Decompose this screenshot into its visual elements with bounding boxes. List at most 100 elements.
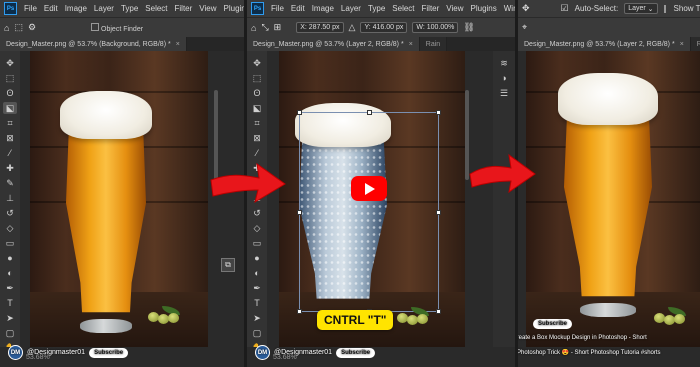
blur-tool-icon[interactable]: ●: [250, 252, 264, 264]
video-title-line[interactable]: Amazing Photoshop Trick 😍 - Short Photos…: [518, 348, 661, 358]
eyedropper-tool-icon[interactable]: ⁄: [3, 147, 17, 159]
width-field[interactable]: W: 100.00%: [412, 22, 459, 33]
channel-name[interactable]: @Designmaster01: [27, 349, 85, 356]
subscribe-button[interactable]: Subscribe: [336, 347, 376, 358]
free-transform-box[interactable]: [297, 110, 441, 314]
document-canvas[interactable]: [279, 51, 465, 347]
stamp-tool-icon[interactable]: ⊥: [3, 192, 17, 204]
menu-image[interactable]: Image: [312, 4, 334, 13]
screen-share-icon[interactable]: ⧉: [221, 258, 235, 272]
document-tab[interactable]: Design_Master.png @ 53.7% (Background, R…: [0, 37, 187, 51]
menu-select[interactable]: Select: [145, 4, 167, 13]
pen-tool-icon[interactable]: ✒: [3, 282, 17, 294]
document-tab[interactable]: Design_Master.png @ 53.7% (Layer 2, RGB/…: [518, 37, 691, 51]
eraser-tool-icon[interactable]: ◇: [3, 222, 17, 234]
menu-file[interactable]: File: [271, 4, 284, 13]
menu-edit[interactable]: Edit: [44, 4, 58, 13]
path-selection-icon[interactable]: ➤: [250, 312, 264, 324]
crop-tool-icon[interactable]: ⌗: [250, 117, 264, 129]
transform-handle[interactable]: [436, 210, 441, 215]
reference-point-icon[interactable]: ⊞: [274, 22, 282, 33]
menu-layer[interactable]: Layer: [94, 4, 114, 13]
close-tab-icon[interactable]: ×: [176, 41, 180, 48]
gradient-tool-icon[interactable]: ▭: [250, 237, 264, 249]
blur-tool-icon[interactable]: ●: [3, 252, 17, 264]
link-icon[interactable]: △: [349, 22, 356, 33]
marquee-tool-icon[interactable]: ⬚: [3, 72, 17, 84]
history-brush-icon[interactable]: ↺: [3, 207, 17, 219]
properties-icon[interactable]: ☰: [497, 87, 511, 99]
menu-window[interactable]: Window: [504, 4, 515, 13]
menu-layer[interactable]: Layer: [341, 4, 361, 13]
lasso-tool-icon[interactable]: ʘ: [3, 87, 17, 99]
document-tab-inactive[interactable]: Ra: [690, 37, 700, 51]
menu-filter[interactable]: Filter: [422, 4, 440, 13]
transform-handle[interactable]: [297, 210, 302, 215]
healing-brush-icon[interactable]: ✚: [3, 162, 17, 174]
transform-icon[interactable]: ⤡: [261, 22, 268, 33]
menu-edit[interactable]: Edit: [291, 4, 305, 13]
menu-type[interactable]: Type: [368, 4, 385, 13]
lasso-tool-icon[interactable]: ʘ: [250, 87, 264, 99]
youtube-play-button[interactable]: [351, 176, 387, 201]
document-tab-inactive[interactable]: Rain: [419, 37, 448, 51]
menu-filter[interactable]: Filter: [175, 4, 193, 13]
menu-plugins[interactable]: Plugins: [471, 4, 497, 13]
pen-tool-icon[interactable]: ✒: [250, 282, 264, 294]
chain-link-icon[interactable]: ⛓: [463, 22, 474, 33]
move-tool-icon[interactable]: ✥: [3, 57, 17, 69]
menu-view[interactable]: View: [446, 4, 463, 13]
auto-select-checkbox[interactable]: ☑: [561, 3, 569, 14]
subscribe-button[interactable]: Subscribe: [89, 347, 129, 358]
document-canvas[interactable]: [526, 51, 700, 347]
y-field[interactable]: Y: 416.00 px: [360, 22, 408, 33]
subscribe-button[interactable]: Subscribe: [533, 318, 573, 329]
home-icon[interactable]: ⌂: [251, 23, 256, 33]
channel-name[interactable]: @Designmaster01: [274, 349, 332, 356]
dodge-tool-icon[interactable]: ◐: [3, 267, 17, 279]
rectangle-tool-icon[interactable]: ▢: [250, 327, 264, 339]
adjustments-icon[interactable]: ◑: [497, 72, 511, 84]
home-icon[interactable]: ⌂: [4, 23, 9, 33]
marquee-tool-icon[interactable]: ⬚: [250, 72, 264, 84]
channel-avatar[interactable]: DM: [255, 345, 270, 360]
show-transform-checkbox[interactable]: [663, 4, 666, 13]
rectangle-tool-icon[interactable]: ▢: [3, 327, 17, 339]
settings-icon[interactable]: ⚙: [28, 22, 36, 33]
channel-avatar[interactable]: DM: [8, 345, 23, 360]
transform-handle[interactable]: [297, 110, 302, 115]
x-field[interactable]: X: 287.50 px: [296, 22, 344, 33]
video-title-line[interactable]: How to Create a Box Mockup Design in Pho…: [518, 333, 647, 343]
move-tool-icon[interactable]: ✥: [250, 57, 264, 69]
move-tool-icon[interactable]: ✥: [522, 3, 530, 14]
frame-tool-icon[interactable]: ⊠: [3, 132, 17, 144]
eraser-tool-icon[interactable]: ◇: [250, 222, 264, 234]
transform-handle[interactable]: [436, 110, 441, 115]
object-selection-tool-icon[interactable]: ⬕: [3, 102, 17, 114]
close-tab-icon[interactable]: ×: [409, 41, 413, 48]
frame-tool-icon[interactable]: ⊠: [250, 132, 264, 144]
menu-select[interactable]: Select: [392, 4, 414, 13]
history-brush-icon[interactable]: ↺: [250, 207, 264, 219]
menu-file[interactable]: File: [24, 4, 37, 13]
object-selection-tool-icon[interactable]: ⬕: [250, 102, 264, 114]
transform-handle[interactable]: [367, 110, 372, 115]
crop-tool-icon[interactable]: ⌗: [3, 117, 17, 129]
object-finder-toggle[interactable]: Object Finder: [91, 22, 143, 33]
type-tool-icon[interactable]: T: [3, 297, 17, 309]
document-canvas[interactable]: [30, 51, 208, 347]
dodge-tool-icon[interactable]: ◐: [250, 267, 264, 279]
gradient-tool-icon[interactable]: ▭: [3, 237, 17, 249]
crosshair-icon[interactable]: ⌖: [522, 22, 527, 33]
close-tab-icon[interactable]: ×: [680, 41, 684, 48]
object-finder-checkbox[interactable]: [91, 22, 100, 31]
layer-select[interactable]: Layer ⌄: [624, 3, 658, 14]
layers-panel-icon[interactable]: ≋: [497, 57, 511, 69]
menu-image[interactable]: Image: [65, 4, 87, 13]
document-tab[interactable]: Design_Master.png @ 53.7% (Layer 2, RGB/…: [247, 37, 420, 51]
path-selection-icon[interactable]: ➤: [3, 312, 17, 324]
tool-preset-icon[interactable]: ⬚: [14, 22, 23, 33]
type-tool-icon[interactable]: T: [250, 297, 264, 309]
menu-plugins[interactable]: Plugins: [224, 4, 245, 13]
transform-handle[interactable]: [297, 309, 302, 314]
